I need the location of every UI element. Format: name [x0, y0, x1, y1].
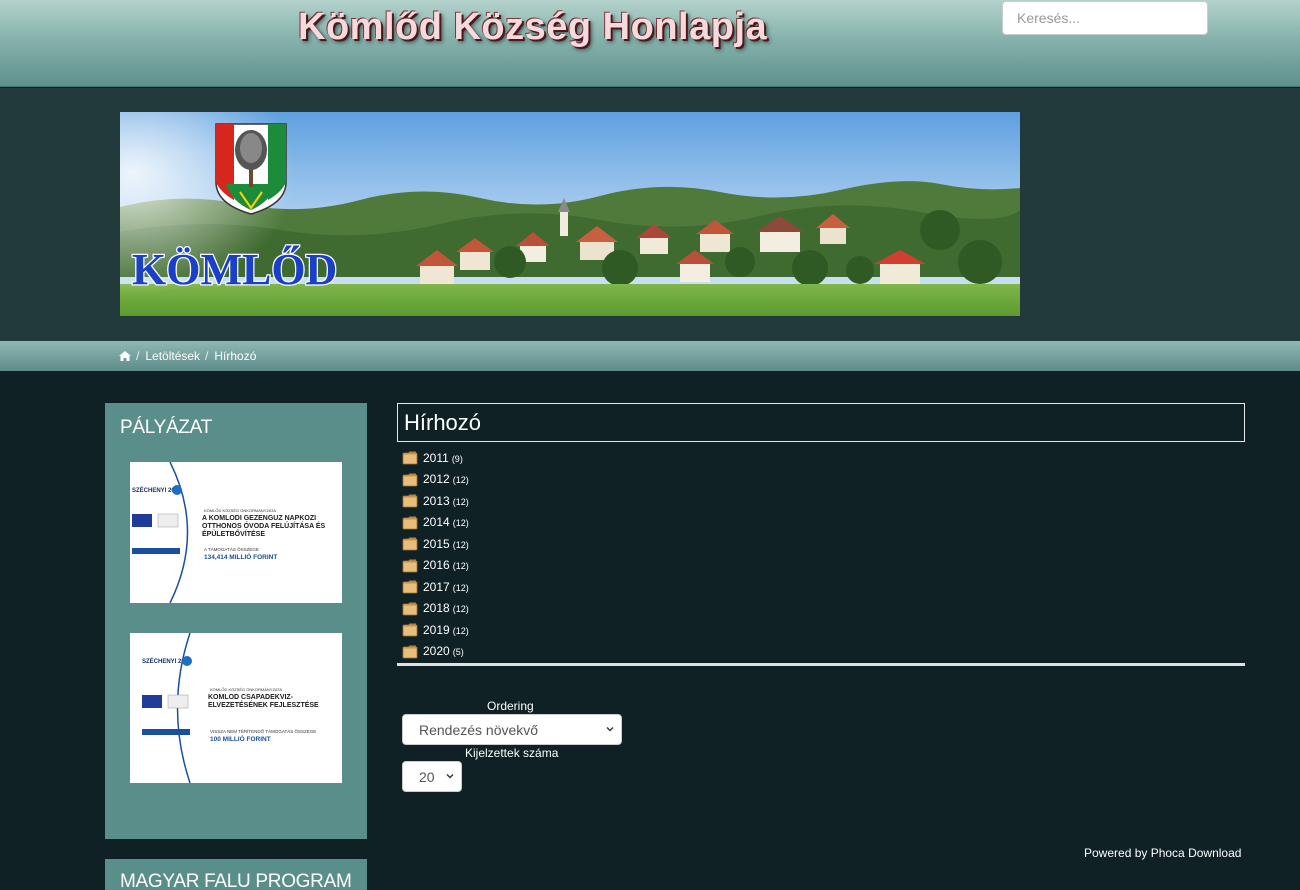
category-count: (12): [452, 496, 469, 507]
svg-text:100 MILLIÓ FORINT: 100 MILLIÓ FORINT: [210, 734, 271, 743]
folder-icon: [402, 494, 418, 508]
folder-icon: [402, 602, 418, 616]
category-count: (12): [452, 539, 469, 550]
category-count: (12): [452, 518, 469, 529]
folder-icon: [402, 537, 418, 551]
breadcrumb: / Letöltések / Hírhozó: [119, 349, 256, 363]
banner-area: KÖMLŐD: [0, 88, 1300, 341]
grant-poster-ovoda[interactable]: SZÉCHENYI 2020 KÖMLŐD KÖZSÉG ÖNKORMÁNYZA…: [130, 462, 342, 603]
svg-text:KÖMLŐD KÖZSÉG ÖNKORMÁNYZATA: KÖMLŐD KÖZSÉG ÖNKORMÁNYZATA: [210, 687, 282, 692]
list-item: 2019 (12): [402, 619, 1245, 641]
category-link[interactable]: 2013: [423, 494, 450, 508]
breadcrumb-item-current: Hírhozó: [214, 349, 257, 363]
home-icon[interactable]: [119, 351, 131, 361]
category-link[interactable]: 2016: [423, 558, 450, 572]
sidebar-module-palyazat: PÁLYÁZAT SZÉCHENYI 2020 KÖMLŐD KÖZSÉG ÖN…: [105, 403, 367, 839]
folder-icon: [402, 451, 418, 465]
list-item: 2017 (12): [402, 576, 1245, 598]
ordering-select-value: Rendezés növekvő: [419, 721, 539, 738]
breadcrumb-separator: /: [136, 349, 140, 363]
category-count: (5): [452, 647, 464, 658]
list-item: 2015 (12): [402, 533, 1245, 555]
folder-icon: [402, 580, 418, 594]
breadcrumb-bar: / Letöltések / Hírhozó: [0, 341, 1300, 371]
folder-icon: [402, 559, 418, 573]
limit-label: Kijelzettek száma: [465, 746, 559, 760]
svg-text:134,414 MILLIÓ FORINT: 134,414 MILLIÓ FORINT: [204, 552, 277, 561]
category-count: (12): [452, 582, 469, 593]
list-item: 2011 (9): [402, 447, 1245, 469]
ordering-label: Ordering: [487, 699, 534, 713]
category-link[interactable]: 2018: [423, 601, 450, 615]
banner-image: KÖMLŐD: [120, 112, 1020, 316]
list-item: 2020 (5): [402, 641, 1245, 663]
chevron-down-icon: [446, 774, 454, 779]
folder-icon: [402, 623, 418, 637]
limit-select-value: 20: [419, 768, 435, 785]
category-count: (12): [452, 475, 469, 486]
category-link[interactable]: 2017: [423, 580, 450, 594]
list-item: 2016 (12): [402, 555, 1245, 577]
category-list: 2011 (9) 2012 (12) 2013 (12) 2014 (12) 2015 (12) 2…: [402, 447, 1245, 662]
module-title: MAGYAR FALU PROGRAM: [120, 871, 352, 890]
folder-icon: [402, 473, 418, 487]
category-count: (12): [452, 604, 469, 615]
page-title: Hírhozó: [404, 410, 482, 435]
svg-text:A TÁMOGATÁS ÖSSZEGE: A TÁMOGATÁS ÖSSZEGE: [204, 546, 259, 552]
category-link[interactable]: 2015: [423, 537, 450, 551]
svg-text:VISSZA NEM TÉRÍTENDŐ TÁMOGATÁS: VISSZA NEM TÉRÍTENDŐ TÁMOGATÁS ÖSSZEGE: [210, 728, 316, 734]
list-item: 2013 (12): [402, 490, 1245, 512]
site-title[interactable]: Kömlőd Község Honlapja: [298, 6, 767, 49]
breadcrumb-item-letoltesek[interactable]: Letöltések: [145, 349, 200, 363]
chevron-down-icon: [606, 727, 614, 732]
category-count: (9): [451, 453, 463, 464]
category-count: (12): [452, 625, 469, 636]
sidebar-module-magyar-falu: MAGYAR FALU PROGRAM: [105, 859, 367, 890]
list-item: 2014 (12): [402, 512, 1245, 534]
powered-by-text: Powered by Phoca Download: [1084, 846, 1242, 860]
list-item: 2018 (12): [402, 598, 1245, 620]
banner-town-name: KÖMLŐD: [132, 244, 337, 294]
folder-icon: [402, 645, 418, 659]
grant-poster-csapadekviz[interactable]: SZÉCHENYI 2020 KÖMLŐD KÖZSÉG ÖNKORMÁNYZA…: [130, 633, 342, 783]
ordering-select[interactable]: Rendezés növekvő: [402, 714, 622, 745]
breadcrumb-separator: /: [205, 349, 209, 363]
module-title: PÁLYÁZAT: [120, 417, 212, 438]
svg-text:KÖMLŐD KÖZSÉG ÖNKORMÁNYZATA: KÖMLŐD KÖZSÉG ÖNKORMÁNYZATA: [204, 508, 276, 513]
site-header: Kömlőd Község Honlapja: [0, 0, 1300, 87]
list-item: 2012 (12): [402, 469, 1245, 491]
search-input[interactable]: [1002, 1, 1208, 35]
category-count: (12): [452, 561, 469, 572]
divider: [397, 663, 1245, 666]
coat-of-arms-icon: [215, 123, 287, 215]
category-link[interactable]: 2011: [423, 451, 449, 465]
limit-select[interactable]: 20: [402, 761, 462, 792]
category-link[interactable]: 2020: [423, 644, 450, 658]
category-link[interactable]: 2012: [423, 472, 450, 486]
page-title-box: Hírhozó: [397, 403, 1245, 442]
category-link[interactable]: 2019: [423, 623, 450, 637]
folder-icon: [402, 516, 418, 530]
category-link[interactable]: 2014: [423, 515, 450, 529]
